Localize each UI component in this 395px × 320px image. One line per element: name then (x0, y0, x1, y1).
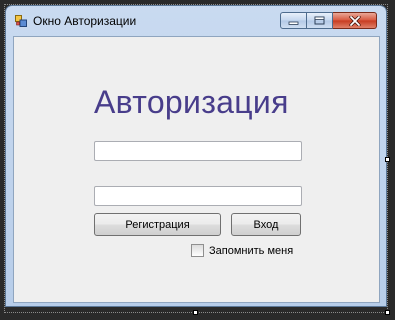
close-icon (348, 15, 361, 26)
resize-handle-corner[interactable] (385, 310, 390, 315)
password-input[interactable] (94, 186, 302, 206)
minimize-icon (288, 21, 299, 25)
login-button[interactable]: Вход (231, 213, 301, 236)
form-client-area: Авторизация Регистрация Вход Запомнить м… (13, 36, 380, 303)
remember-me-checkbox[interactable] (191, 244, 204, 257)
authorization-heading: Авторизация (94, 84, 289, 120)
window-title: Окно Авторизации (33, 14, 137, 28)
title-bar[interactable]: Окно Авторизации (6, 6, 386, 36)
register-button[interactable]: Регистрация (94, 213, 221, 236)
minimize-button[interactable] (280, 12, 307, 29)
remember-me-label[interactable]: Запомнить меня (209, 245, 293, 257)
designer-surface: Окно Авторизации Авторизация Регистрация… (0, 0, 395, 320)
form-window[interactable]: Окно Авторизации Авторизация Регистрация… (5, 5, 387, 307)
resize-handle-bottom[interactable] (193, 310, 198, 315)
remember-me-checkbox-group[interactable]: Запомнить меня (191, 244, 293, 257)
close-button[interactable] (333, 12, 377, 29)
maximize-icon (314, 16, 325, 25)
maximize-button[interactable] (307, 12, 333, 29)
login-input[interactable] (94, 141, 302, 161)
resize-handle-right[interactable] (385, 157, 390, 162)
form-app-icon (15, 15, 27, 27)
